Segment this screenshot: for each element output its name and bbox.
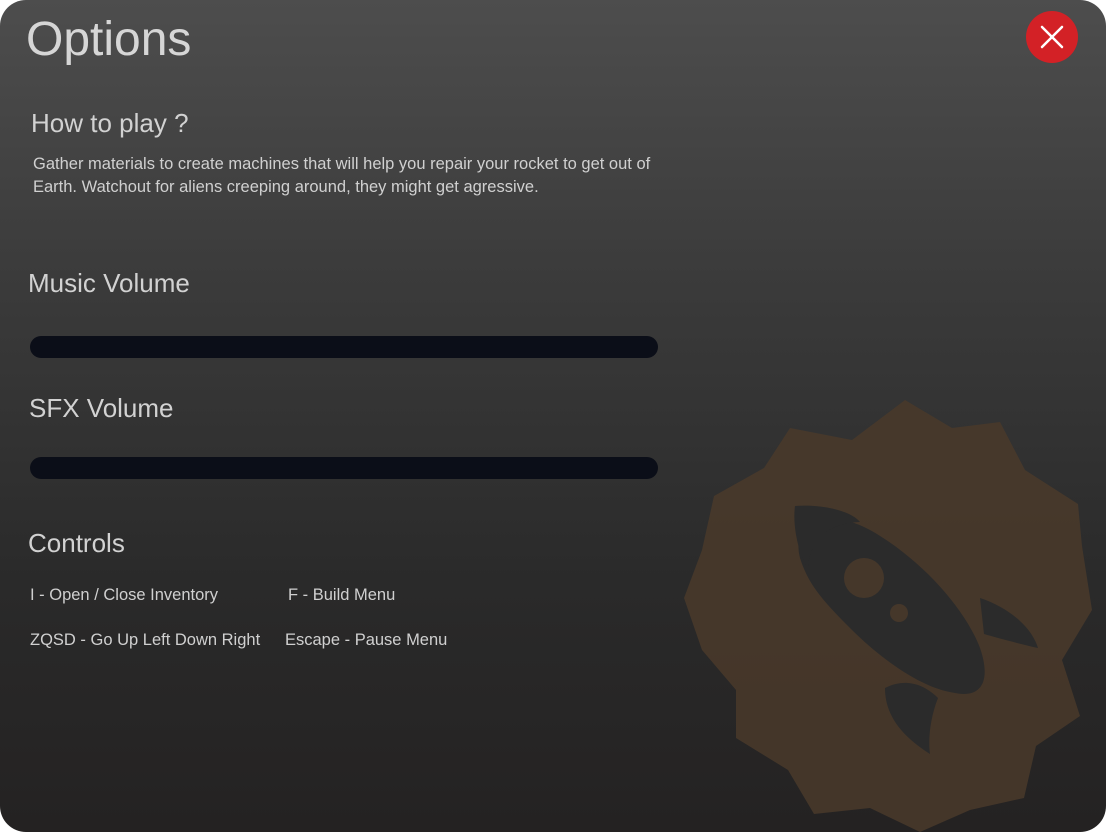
- rocket-window-large: [844, 558, 884, 598]
- how-to-play-text: Gather materials to create machines that…: [33, 155, 651, 196]
- options-panel: Options How to play ? Gather materials t…: [0, 0, 1106, 832]
- control-pause-menu: Escape - Pause Menu: [285, 631, 448, 649]
- control-movement: ZQSD - Go Up Left Down Right: [30, 631, 261, 649]
- close-icon: [1040, 25, 1064, 49]
- controls-heading: Controls: [28, 528, 125, 558]
- page-title: Options: [26, 13, 192, 66]
- sfx-volume-label: SFX Volume: [29, 393, 174, 423]
- sfx-volume-slider[interactable]: [30, 457, 658, 479]
- control-build-menu: F - Build Menu: [288, 586, 396, 604]
- close-button[interactable]: [1026, 11, 1078, 63]
- rocket-gear-emblem-icon: [684, 400, 1092, 832]
- how-to-play-heading: How to play ?: [31, 108, 189, 138]
- control-inventory: I - Open / Close Inventory: [30, 586, 219, 604]
- rocket-window-small: [890, 604, 908, 622]
- music-volume-slider[interactable]: [30, 336, 658, 358]
- music-volume-label: Music Volume: [28, 268, 190, 298]
